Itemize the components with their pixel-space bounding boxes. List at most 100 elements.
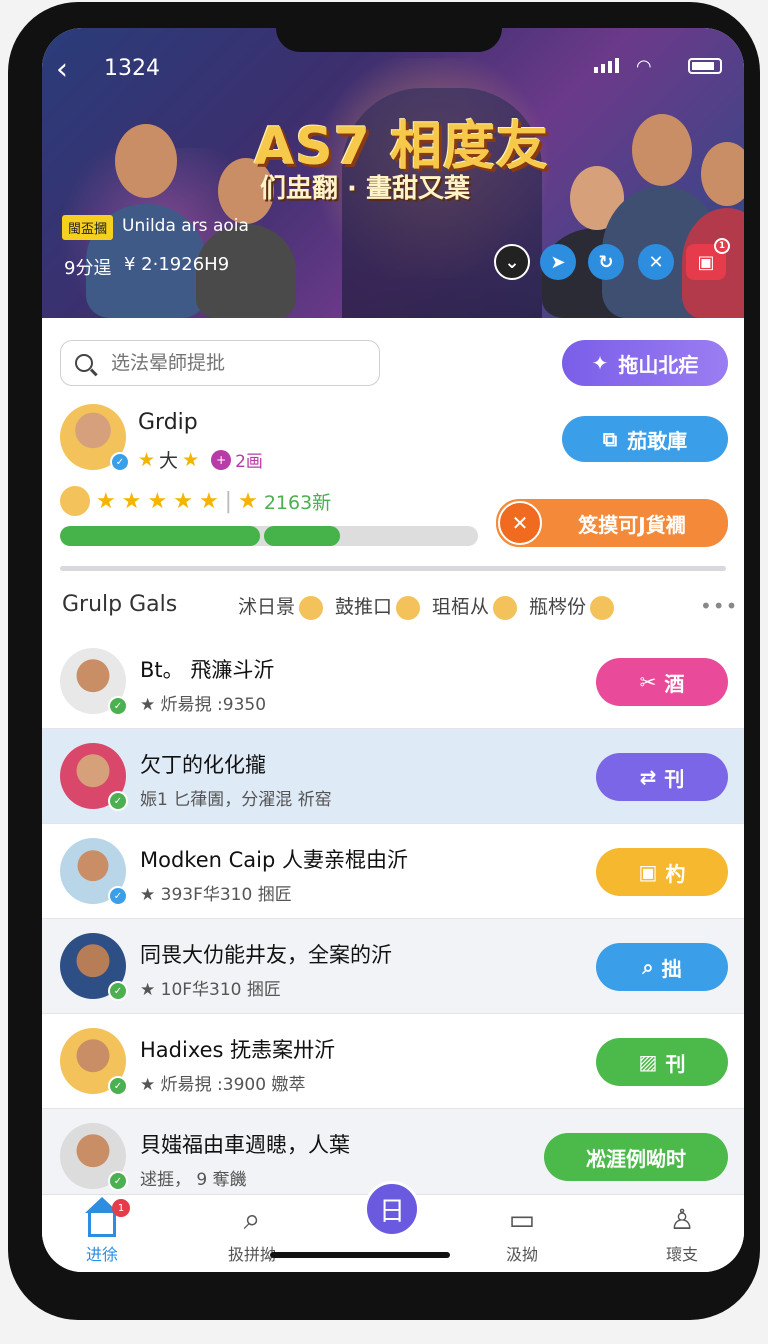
wifi-icon: ◠	[636, 56, 652, 77]
list-item[interactable]: ✓ Bt。 飛濂斗沂 ★ 炘昜挸 :9350 ✂ 酒	[42, 634, 744, 729]
compose-icon: 日	[378, 1196, 405, 1227]
list-item-action[interactable]: ⇄ 刊	[596, 753, 728, 801]
battery-icon	[688, 58, 722, 74]
list-item-subtitle: ★ 393F华310 捆匠	[140, 885, 292, 905]
promo-button[interactable]: ✕ 笈摸可J貨襉	[496, 499, 728, 547]
banner-tag: 閩盃摑	[62, 215, 114, 240]
refresh-icon[interactable]: ↻	[588, 244, 624, 280]
list-item-action[interactable]: ✂ 酒	[596, 658, 728, 706]
avatar: ✓	[60, 648, 128, 716]
progress-fill	[264, 526, 340, 546]
share-icon: ⧉	[602, 427, 618, 451]
star-icon: ★	[238, 488, 258, 514]
rating-value: 2163新	[263, 491, 332, 514]
divider	[60, 566, 726, 571]
emoji-icon	[493, 595, 518, 620]
progress-fill	[60, 526, 260, 546]
feature-button-label: 拖山北疟	[618, 352, 699, 377]
section-title: Grulp Gals	[62, 592, 178, 617]
avatar: ✓	[60, 838, 128, 906]
list-item-action[interactable]: ⌕ 拙	[596, 943, 728, 991]
tab-badge: 1	[112, 1199, 130, 1217]
follow-button[interactable]: ⧉ 茄敢庫	[562, 416, 728, 462]
image-icon: ▨	[638, 1050, 658, 1074]
chevron-down-icon[interactable]: ⌄	[494, 244, 530, 280]
search-icon: ⌕	[642, 955, 654, 979]
tab-profile[interactable]: ♙ 瓌支	[622, 1203, 742, 1265]
list-item[interactable]: ✓ 欠丁的化化攏 娠1 匕葎圊，分濯混 祈窑 ⇄ 刊	[42, 729, 744, 824]
avatar: ✓	[60, 1123, 128, 1191]
list-item-action[interactable]: ▨ 刊	[596, 1038, 728, 1086]
signal-icon	[594, 58, 619, 73]
list-item-action[interactable]: 凇涯例呦时	[544, 1133, 728, 1181]
check-icon: ✓	[108, 886, 128, 906]
notch	[276, 28, 502, 52]
back-chevron-icon[interactable]: ‹	[56, 52, 68, 87]
tab-label: 瓌支	[665, 1245, 698, 1264]
tab-messages[interactable]: ▭ 汲拗	[462, 1203, 582, 1265]
screen: ‹ 1324 ◠ AS7 相度友 们盅翻 · 畫甜又葉 閩盃摑 Unilda a…	[42, 28, 744, 1272]
avatar: ✓	[60, 743, 128, 811]
list-item[interactable]: ✓ Hadixes 抚恚案卅沂 ★ 炘昜挸 :3900 嫐萃 ▨ 刊	[42, 1014, 744, 1109]
tab-bar: 1 进徐 ⌕ 扱拼拗 日 ▭ 汲拗 ♙ 瓌支	[42, 1181, 744, 1272]
banner-subtitle: 们盅翻 · 畫甜又葉	[260, 174, 470, 204]
list-item-title: Hadixes 抚恚案卅沂	[140, 1038, 336, 1062]
filter-chip[interactable]: 瓶梣份	[529, 592, 615, 620]
list-item-action[interactable]: ▣ 杓	[596, 848, 728, 896]
emoji-icon	[590, 595, 615, 620]
list-item-subtitle: ★ 炘昜挸 :3900 嫐萃	[140, 1075, 306, 1095]
check-icon: ✓	[108, 791, 128, 811]
notification-badge: 1	[714, 238, 730, 254]
progress-bar	[60, 526, 478, 546]
feature-button[interactable]: ✦ 拖山北疟	[562, 340, 728, 386]
group-list: ✓ Bt。 飛濂斗沂 ★ 炘昜挸 :9350 ✂ 酒 ✓ 欠丁的化化攏 娠1 匕葎…	[42, 634, 744, 1204]
rating-row: ★ ★ ★ ★ ★ | ★ 2163新	[60, 486, 331, 516]
list-item-subtitle: 逑捱， 9 奪饑	[140, 1170, 247, 1190]
filter-chips: 沭日景 鼓推口 珇栢从 瓶梣份	[238, 592, 615, 620]
tab-label: 进徐	[85, 1245, 118, 1264]
list-item[interactable]: ✓ 同畏大仂能井友，全案的沂 ★ 10F华310 捆匠 ⌕ 拙	[42, 919, 744, 1014]
filter-chip[interactable]: 沭日景	[238, 592, 324, 620]
filter-chip[interactable]: 鼓推口	[335, 592, 421, 620]
banner-meta-right: ¥ 2·1926H9	[124, 254, 230, 275]
avatar: ✓	[60, 933, 128, 1001]
gift-icon[interactable]: ▣ 1	[686, 238, 730, 280]
close-icon[interactable]: ✕	[498, 501, 542, 545]
search-input[interactable]	[111, 352, 341, 374]
star-icon: ★	[121, 488, 142, 514]
list-item-subtitle: 娠1 匕葎圊，分濯混 祈窑	[140, 790, 332, 810]
plus-badge-icon: +	[211, 449, 232, 470]
emoji-face-icon	[60, 486, 90, 516]
compose-button[interactable]: 日	[364, 1181, 420, 1237]
tab-home[interactable]: 1 进徐	[42, 1197, 162, 1265]
check-icon: ✓	[108, 1171, 128, 1191]
list-item[interactable]: ✓ Modken Caip 人妻亲棍由沂 ★ 393F华310 捆匠 ▣ 杓	[42, 824, 744, 919]
star-icon: ★	[138, 448, 156, 471]
profile-avatar[interactable]: ✓	[60, 404, 130, 472]
bag-icon: ▣	[638, 860, 658, 884]
follow-button-label: 茄敢庫	[627, 428, 688, 453]
search-field[interactable]	[60, 340, 380, 386]
filter-chip[interactable]: 珇栢从	[432, 592, 518, 620]
phone-frame: ‹ 1324 ◠ AS7 相度友 们盅翻 · 畫甜又葉 閩盃摑 Unilda a…	[8, 2, 760, 1320]
check-icon: ✓	[108, 981, 128, 1001]
send-icon[interactable]: ➤	[540, 244, 576, 280]
star-icon: ★	[173, 488, 193, 514]
chat-icon: ▭	[508, 1203, 536, 1236]
star-icon: ★	[147, 488, 168, 514]
more-icon[interactable]: •••	[700, 594, 738, 618]
main-content: ✦ 拖山北疟 ✓ Grdip ★ 大 ★ + 2画 ⧉ 茄敢庫 ★ ★	[42, 318, 744, 1218]
check-icon: ✓	[108, 1076, 128, 1096]
list-item-title: 同畏大仂能井友，全案的沂	[140, 943, 392, 967]
hero-banner[interactable]: ‹ 1324 ◠ AS7 相度友 们盅翻 · 畫甜又葉 閩盃摑 Unilda a…	[42, 28, 744, 318]
list-item-title: 貝媸福由車週瞣，人葉	[140, 1133, 350, 1157]
close-icon[interactable]: ✕	[638, 244, 674, 280]
swap-icon: ⇄	[639, 765, 657, 789]
star-icon: ★	[198, 488, 219, 514]
home-icon	[85, 1197, 119, 1237]
emoji-icon	[299, 595, 324, 620]
promo-button-label: 笈摸可J貨襉	[578, 512, 686, 537]
star-icon: ★	[96, 488, 116, 514]
profile-rating: ★ 大 ★ + 2画	[138, 446, 263, 473]
profile-name: Grdip	[138, 410, 198, 435]
